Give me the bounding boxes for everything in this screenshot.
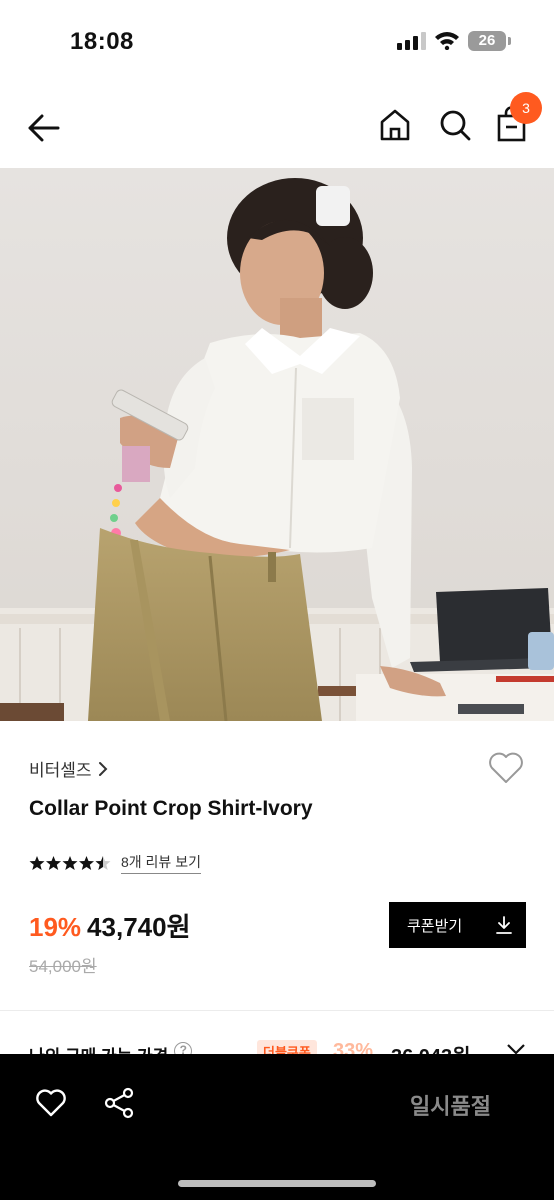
coupon-download-button[interactable]: 쿠폰받기: [389, 902, 526, 948]
review-link[interactable]: 8개 리뷰 보기: [121, 852, 201, 874]
purchase-discount-rate: 33%: [333, 1040, 374, 1054]
top-nav: 3: [0, 84, 554, 168]
search-icon[interactable]: [436, 106, 474, 144]
sold-out-label: 일시품절: [410, 1094, 491, 1119]
share-icon[interactable]: [102, 1086, 136, 1120]
my-purchase-price-row[interactable]: 나의 구매 가능 가격 ? 더블쿠폰 33% 36,043원: [29, 1040, 529, 1054]
original-price: 54,000원: [29, 957, 97, 976]
rating-row: 8개 리뷰 보기: [29, 852, 201, 874]
brand-name: 비터셀즈: [29, 761, 92, 780]
purchase-price-label: 나의 구매 가능 가격: [29, 1040, 168, 1054]
star-rating-icon: [29, 856, 111, 870]
product-title: Collar Point Crop Shirt-Ivory: [29, 797, 313, 820]
download-icon: [496, 916, 512, 934]
home-icon[interactable]: [376, 106, 414, 144]
wifi-icon: [435, 32, 459, 50]
brand-link[interactable]: 비터셀즈: [29, 756, 108, 781]
back-arrow-icon[interactable]: [24, 108, 64, 148]
help-icon[interactable]: ?: [174, 1042, 193, 1054]
price-row: 19% 43,740원: [29, 907, 191, 944]
purchase-price-value: 36,043원: [391, 1040, 471, 1054]
status-bar: 18:08 26: [0, 0, 554, 84]
double-coupon-badge: 더블쿠폰: [257, 1040, 317, 1054]
chevron-down-icon: [507, 1044, 525, 1054]
battery-icon: 26: [468, 31, 511, 51]
coupon-button-label: 쿠폰받기: [407, 917, 463, 935]
cart-count-badge: 3: [510, 92, 542, 124]
sale-price: 43,740원: [87, 912, 191, 942]
status-time: 18:08: [70, 28, 134, 55]
heart-outline-icon[interactable]: [34, 1086, 68, 1120]
wishlist-heart-icon[interactable]: [486, 748, 526, 788]
discount-rate: 19%: [29, 912, 82, 942]
product-hero-image[interactable]: [0, 168, 554, 721]
bottom-action-bar: 일시품절: [0, 1054, 554, 1200]
home-indicator: [178, 1180, 376, 1187]
chevron-right-icon: [98, 761, 107, 776]
section-divider: [0, 1010, 554, 1011]
signal-icon: [397, 32, 426, 50]
